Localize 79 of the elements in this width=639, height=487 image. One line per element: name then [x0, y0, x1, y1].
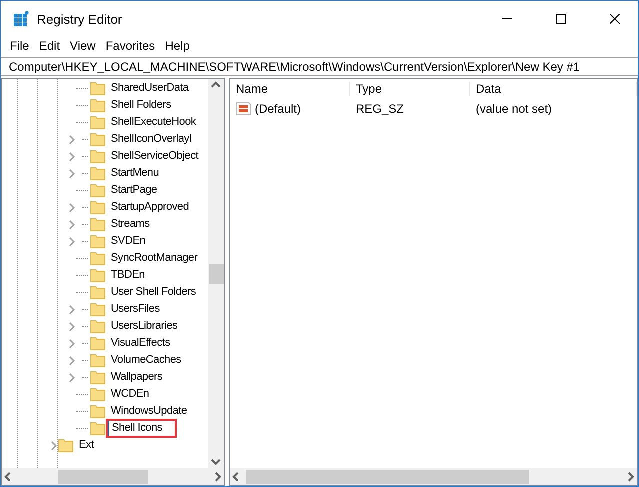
folder-icon: [90, 98, 106, 113]
folder-icon: [90, 387, 106, 402]
horizontal-scrollbar[interactable]: [230, 468, 637, 485]
expand-chevron-icon[interactable]: [68, 304, 76, 314]
expand-chevron-icon[interactable]: [68, 152, 76, 162]
tree-item[interactable]: SyncRootManager: [108, 251, 199, 266]
tree-item[interactable]: Shell Folders: [108, 98, 172, 113]
menu-item[interactable]: Help: [160, 39, 195, 53]
close-icon: [610, 14, 620, 24]
folder-icon: [90, 421, 106, 436]
tree-item[interactable]: Ext: [76, 438, 95, 453]
tree-item[interactable]: SVDEn: [108, 234, 147, 249]
menu-item[interactable]: Favorites: [100, 39, 160, 53]
rename-field[interactable]: Shell Icons: [108, 421, 175, 436]
folder-icon: [90, 370, 106, 385]
tree-item[interactable]: Streams: [108, 217, 151, 232]
folder-icon: [90, 336, 106, 351]
folder-icon: [90, 319, 106, 334]
tree-item[interactable]: ShellIconOverlayI: [108, 132, 194, 147]
expand-chevron-icon[interactable]: [68, 168, 76, 178]
folder-icon: [90, 81, 106, 96]
menu-item[interactable]: Edit: [34, 39, 66, 53]
scrollbar-thumb[interactable]: [208, 264, 224, 284]
column-header[interactable]: Name: [230, 82, 350, 96]
folder-icon: [90, 132, 106, 147]
table-cell: (Default): [255, 102, 302, 116]
tree-item[interactable]: ShellServiceObject: [108, 149, 200, 164]
tree-item[interactable]: VolumeCaches: [108, 353, 182, 368]
scrollbar-thumb[interactable]: [58, 470, 148, 484]
column-header[interactable]: Type: [350, 82, 470, 96]
tree-item[interactable]: WCDEn: [108, 387, 150, 402]
menu-item[interactable]: View: [65, 39, 101, 53]
tree-item[interactable]: Wallpapers: [108, 370, 164, 385]
expand-chevron-icon[interactable]: [68, 220, 76, 230]
expand-chevron-icon[interactable]: [50, 440, 58, 450]
table-cell-text: REG_SZ: [355, 102, 406, 116]
maximize-icon: [556, 14, 566, 24]
registry-editor-icon: [13, 11, 29, 27]
expand-chevron-icon[interactable]: [68, 202, 76, 212]
tree-item[interactable]: WindowsUpdate: [108, 404, 188, 419]
window-title: Registry Editor: [37, 12, 124, 26]
folder-icon: [90, 251, 106, 266]
expand-chevron-icon[interactable]: [68, 236, 76, 246]
tree-item[interactable]: User Shell Folders: [108, 285, 198, 300]
expand-chevron-icon[interactable]: [68, 338, 76, 348]
folder-icon: [90, 183, 106, 198]
folder-icon: [90, 404, 106, 419]
folder-icon: [90, 217, 106, 232]
address-bar[interactable]: Computer\HKEY_LOCAL_MACHINE\SOFTWARE\Microsoft\Windows\CurrentVersion\Explorer\New Key #1: [1, 57, 638, 76]
folder-icon: [90, 302, 106, 317]
folder-icon: [90, 149, 106, 164]
table-cell-text: (value not set): [475, 102, 554, 116]
expand-chevron-icon[interactable]: [68, 356, 76, 366]
folder-icon: [90, 285, 106, 300]
tree-item[interactable]: ShellExecuteHook: [108, 115, 198, 130]
tree-item[interactable]: StartMenu: [108, 166, 160, 181]
folder-icon: [90, 166, 106, 181]
tree-item[interactable]: UsersFiles: [108, 302, 161, 317]
scrollbar-thumb[interactable]: [246, 470, 529, 484]
folder-icon: [90, 353, 106, 368]
folder-icon: [90, 234, 106, 249]
column-header[interactable]: Data: [470, 82, 637, 96]
tree-item[interactable]: UsersLibraries: [108, 319, 179, 334]
menu-item[interactable]: File: [5, 39, 34, 53]
string-value-icon: [236, 101, 252, 117]
tree-item[interactable]: TBDEn: [108, 268, 146, 283]
tree-item[interactable]: StartupApproved: [108, 200, 190, 215]
tree-item[interactable]: SharedUserData: [108, 81, 190, 96]
folder-icon: [90, 200, 106, 215]
tree-item[interactable]: VisualEffects: [108, 336, 172, 351]
tree-item[interactable]: StartPage: [108, 183, 158, 198]
expand-chevron-icon[interactable]: [68, 372, 76, 382]
folder-icon: [90, 115, 106, 130]
vertical-scrollbar[interactable]: [208, 79, 224, 468]
horizontal-scrollbar[interactable]: [2, 468, 224, 485]
expand-chevron-icon[interactable]: [68, 134, 76, 144]
folder-icon: [58, 438, 74, 453]
expand-chevron-icon[interactable]: [68, 322, 76, 332]
folder-icon: [90, 268, 106, 283]
